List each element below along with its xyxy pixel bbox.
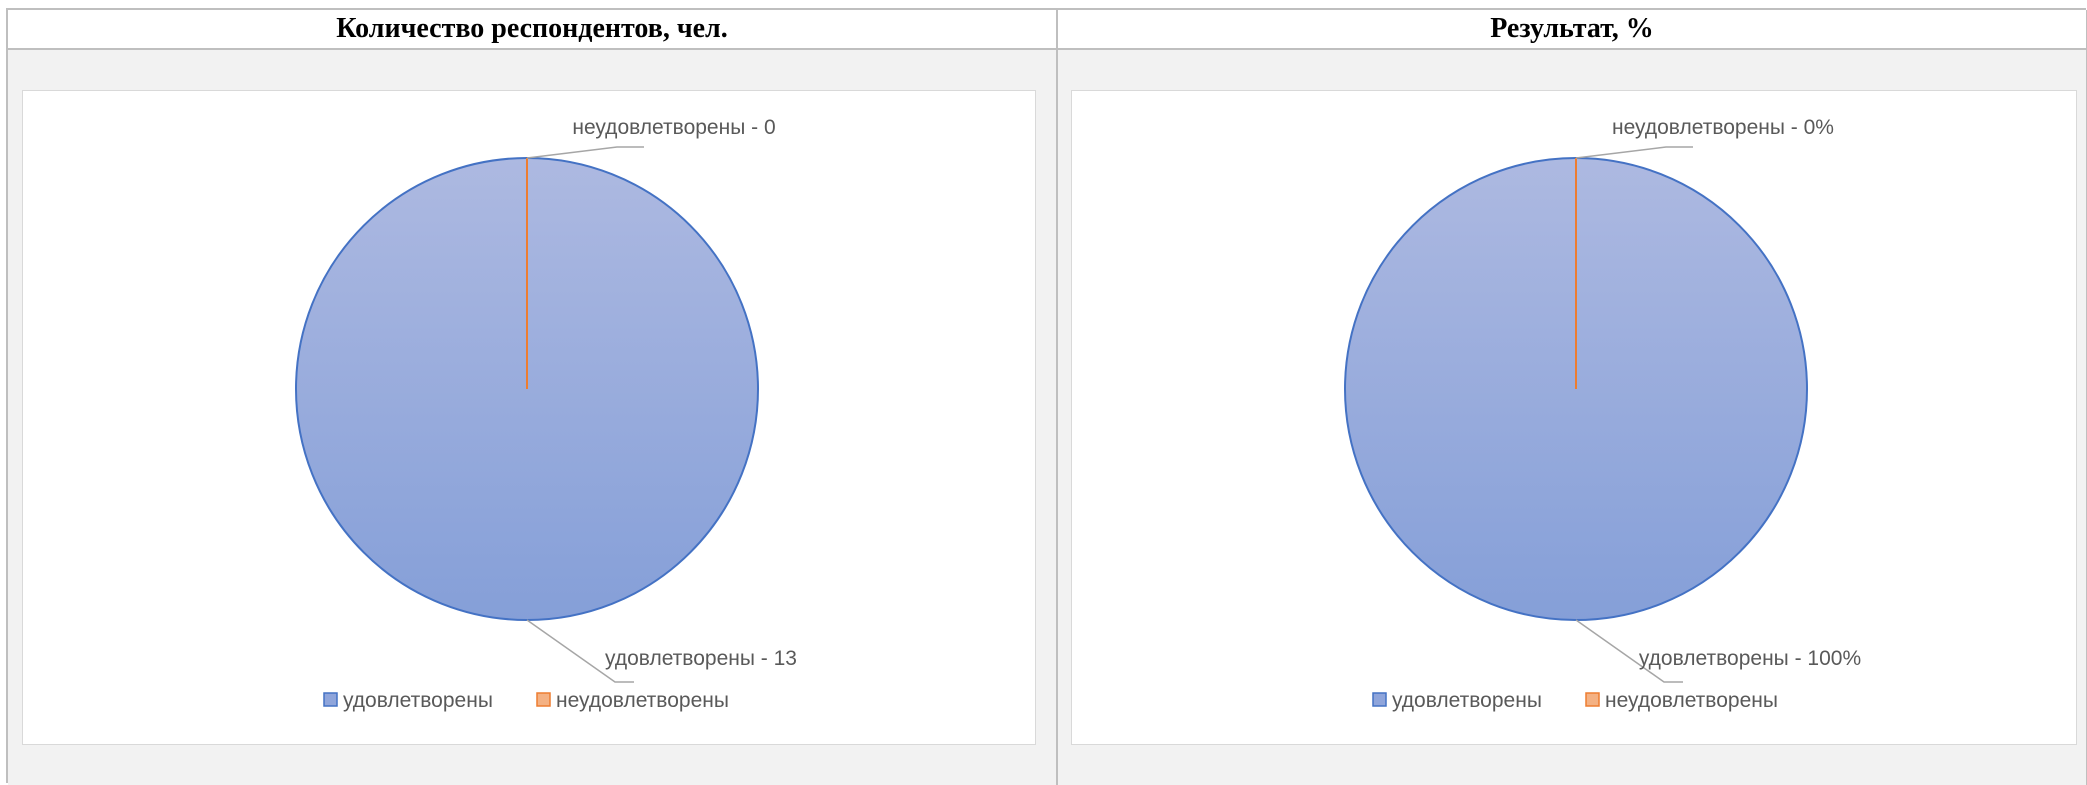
pie-chart-percent: удовлетворены - 100% неудовлетворены - 0%…: [1071, 90, 2077, 745]
pie-chart-svg: удовлетворены - 13 неудовлетворены - 0 удо…: [295, 116, 797, 712]
legend-label: удовлетворены: [1392, 689, 1542, 712]
results-table: Количество респондентов, чел. удовлетвор…: [6, 8, 2087, 785]
column-respondents: Количество респондентов, чел. удовлетвор…: [8, 10, 1058, 785]
chart-cell: удовлетворены - 13 неудовлетворены - 0 удо…: [8, 50, 1056, 785]
legend-label: неудовлетворены: [556, 689, 729, 712]
legend-item: неудовлетворены: [1585, 689, 1778, 712]
legend-label: неудовлетворены: [1605, 689, 1778, 712]
data-label: удовлетворены - 100%: [1639, 647, 1861, 670]
column-header: Результат, %: [1058, 10, 2086, 50]
legend-swatch: [323, 692, 338, 707]
legend-swatch: [536, 692, 551, 707]
data-label: неудовлетворены - 0%: [1612, 116, 1834, 139]
column-header: Количество респондентов, чел.: [8, 10, 1056, 50]
data-label: удовлетворены - 13: [605, 647, 797, 670]
leader-line: [1575, 146, 1693, 159]
legend-swatch: [1585, 692, 1600, 707]
pie-chart-svg: удовлетворены - 100% неудовлетворены - 0%…: [1344, 116, 1861, 712]
legend-swatch: [1372, 692, 1387, 707]
leader-line: [526, 146, 644, 159]
legend-item: удовлетворены: [1372, 689, 1542, 712]
chart-cell: удовлетворены - 100% неудовлетворены - 0%…: [1058, 50, 2086, 785]
column-percent: Результат, % удовлетворены - 100% неудовл…: [1058, 10, 2087, 785]
legend-item: удовлетворены: [323, 689, 493, 712]
legend-item: неудовлетворены: [536, 689, 729, 712]
legend-label: удовлетворены: [343, 689, 493, 712]
data-label: неудовлетворены - 0: [572, 116, 775, 139]
pie-chart-respondents: удовлетворены - 13 неудовлетворены - 0 удо…: [22, 90, 1036, 745]
